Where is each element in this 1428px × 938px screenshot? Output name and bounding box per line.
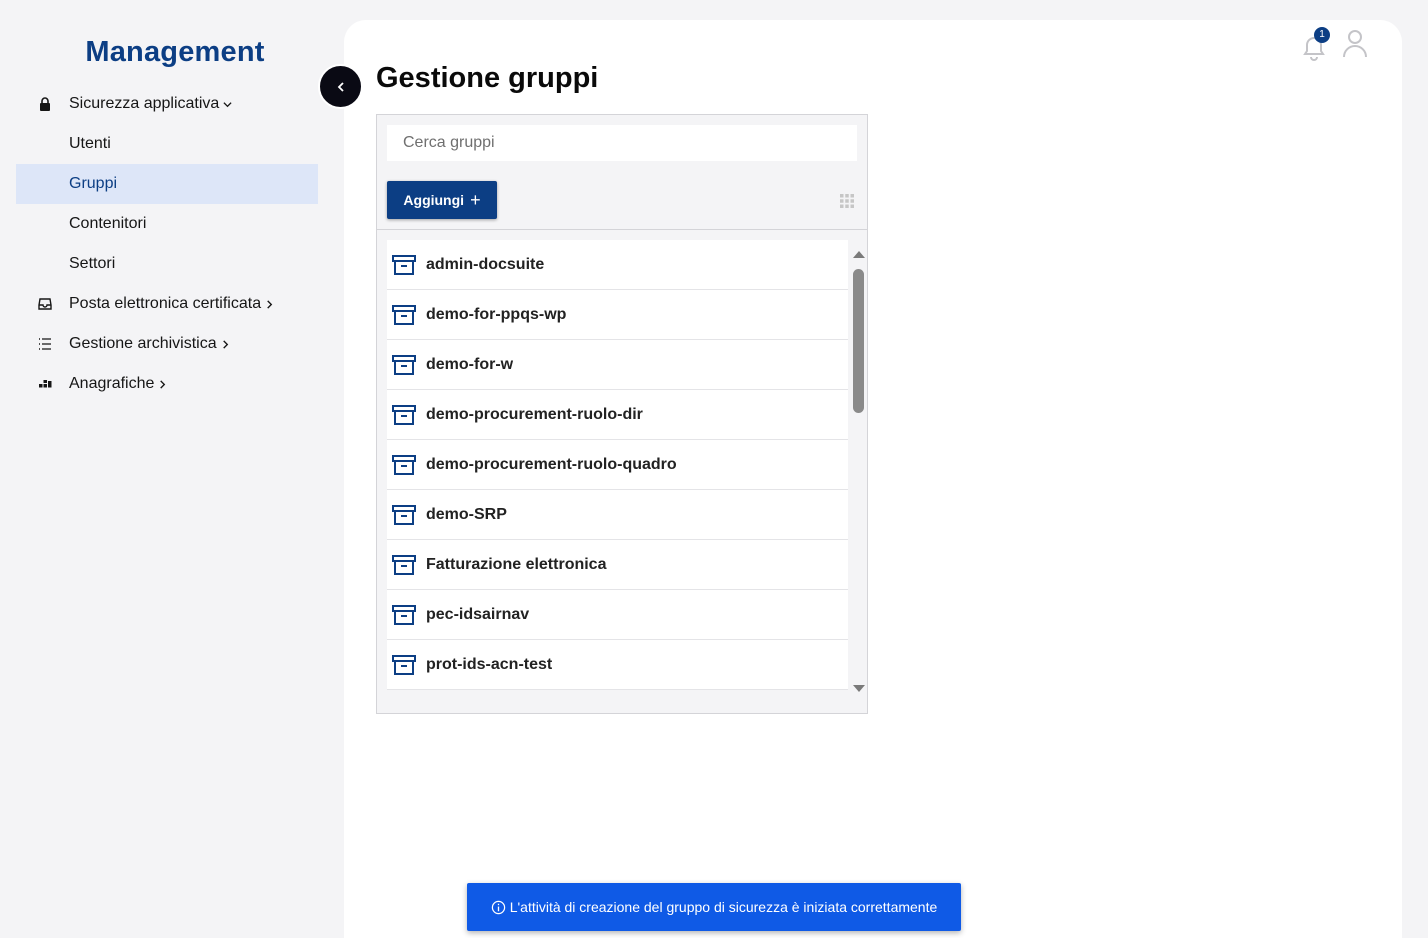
chevron-right-icon: [221, 339, 230, 349]
list-item[interactable]: demo-procurement-ruolo-quadro: [387, 440, 848, 490]
group-name: demo-procurement-ruolo-quadro: [426, 455, 677, 473]
sidebar-item-archive[interactable]: Gestione archivistica: [16, 324, 318, 364]
grid-view-icon[interactable]: [839, 193, 855, 209]
chevron-left-icon: [337, 81, 344, 92]
toast-notification: L'attività di creazione del gruppo di si…: [467, 883, 961, 931]
group-name: demo-for-ppqs-wp: [426, 305, 567, 323]
archive-box-icon: [392, 654, 416, 675]
archive-box-icon: [392, 454, 416, 475]
sidebar-item-settori[interactable]: Settori: [16, 244, 318, 284]
page-title: Gestione gruppi: [376, 62, 599, 94]
panel-divider: [377, 229, 867, 230]
list-item[interactable]: demo-procurement-ruolo-dir: [387, 390, 848, 440]
sidebar-item-label: Sicurezza applicativa: [69, 95, 220, 112]
add-group-button[interactable]: Aggiungi +: [387, 181, 497, 219]
chevron-right-icon: [265, 299, 274, 309]
scrollbar-thumb[interactable]: [853, 269, 864, 413]
toast-message: L'attività di creazione del gruppo di si…: [509, 899, 938, 915]
user-icon: [1343, 30, 1367, 58]
chevron-right-icon: [158, 379, 167, 389]
header-actions: 1: [1302, 26, 1368, 63]
groups-list-viewport: admin-docsuite demo-for-ppqs-wp demo-for-w…: [387, 240, 867, 703]
archive-box-icon: [392, 554, 416, 575]
scroll-up-arrow-icon[interactable]: [853, 251, 865, 258]
chevron-down-icon: [223, 100, 232, 109]
sidebar-item-security[interactable]: Sicurezza applicativa: [16, 84, 318, 124]
info-icon: [491, 900, 505, 914]
sidebar-item-label: Anagrafiche: [69, 375, 155, 392]
sidebar-item-contenitori[interactable]: Contenitori: [16, 204, 318, 244]
list-item[interactable]: demo-for-w: [387, 340, 848, 390]
archive-box-icon: [392, 354, 416, 375]
list-item[interactable]: demo-SRP: [387, 490, 848, 540]
group-name: admin-docsuite: [426, 255, 545, 273]
sidebar-item-label: Gestione archivistica: [69, 335, 217, 352]
sidebar: Management Sicurezza applicativa Utenti …: [0, 0, 336, 938]
list-item[interactable]: demo-for-ppqs-wp: [387, 290, 848, 340]
sidebar-item-label: Posta elettronica certificata: [69, 295, 262, 312]
user-menu-button[interactable]: [1342, 28, 1368, 63]
sidebar-item-gruppi[interactable]: Gruppi: [16, 164, 318, 204]
groups-panel: Aggiungi + admin-docsuite demo-for-ppqs-w…: [376, 114, 868, 714]
sidebar-item-utenti[interactable]: Utenti: [16, 124, 318, 164]
list-icon: [16, 337, 69, 351]
add-button-label: Aggiungi: [403, 192, 465, 208]
sidebar-item-label: Settori: [69, 255, 116, 272]
archive-box-icon: [392, 604, 416, 625]
sidebar-item-label: Gruppi: [69, 175, 118, 192]
group-name: prot-ids-acn-test: [426, 655, 553, 673]
sidebar-item-registry[interactable]: Anagrafiche: [16, 364, 318, 404]
lock-icon: [16, 97, 69, 111]
notifications-button[interactable]: 1: [1302, 26, 1330, 61]
group-name: Fatturazione elettronica: [426, 555, 607, 573]
group-name: pec-idsairnav: [426, 605, 530, 623]
groups-list: admin-docsuite demo-for-ppqs-wp demo-for-w…: [387, 240, 848, 690]
archive-box-icon: [392, 504, 416, 525]
archive-box-icon: [392, 404, 416, 425]
sidebar-item-label: Utenti: [69, 135, 111, 152]
plus-icon: +: [470, 190, 481, 210]
inbox-icon: [16, 297, 69, 311]
archive-box-icon: [392, 304, 416, 325]
brand-title: Management: [85, 36, 265, 68]
search-input[interactable]: [387, 125, 857, 161]
list-item[interactable]: admin-docsuite: [387, 240, 848, 290]
list-item[interactable]: pec-idsairnav: [387, 590, 848, 640]
sidebar-item-label: Contenitori: [69, 215, 147, 232]
group-name: demo-SRP: [426, 505, 507, 523]
group-name: demo-procurement-ruolo-dir: [426, 405, 643, 423]
collapse-sidebar-button[interactable]: [318, 64, 363, 109]
list-item[interactable]: prot-ids-acn-test: [387, 640, 848, 690]
sidebar-item-pec[interactable]: Posta elettronica certificata: [16, 284, 318, 324]
list-item[interactable]: Fatturazione elettronica: [387, 540, 848, 590]
archive-box-icon: [392, 254, 416, 275]
scroll-down-arrow-icon[interactable]: [853, 685, 865, 692]
groups-icon: [16, 377, 69, 391]
sidebar-nav: Sicurezza applicativa Utenti Gruppi Cont…: [16, 84, 318, 404]
list-scrollbar[interactable]: [850, 240, 867, 703]
notification-badge: 1: [1314, 26, 1330, 43]
group-name: demo-for-w: [426, 355, 514, 373]
main-content: 1 Gestione gruppi Aggiungi + admin-docsu…: [344, 20, 1402, 938]
